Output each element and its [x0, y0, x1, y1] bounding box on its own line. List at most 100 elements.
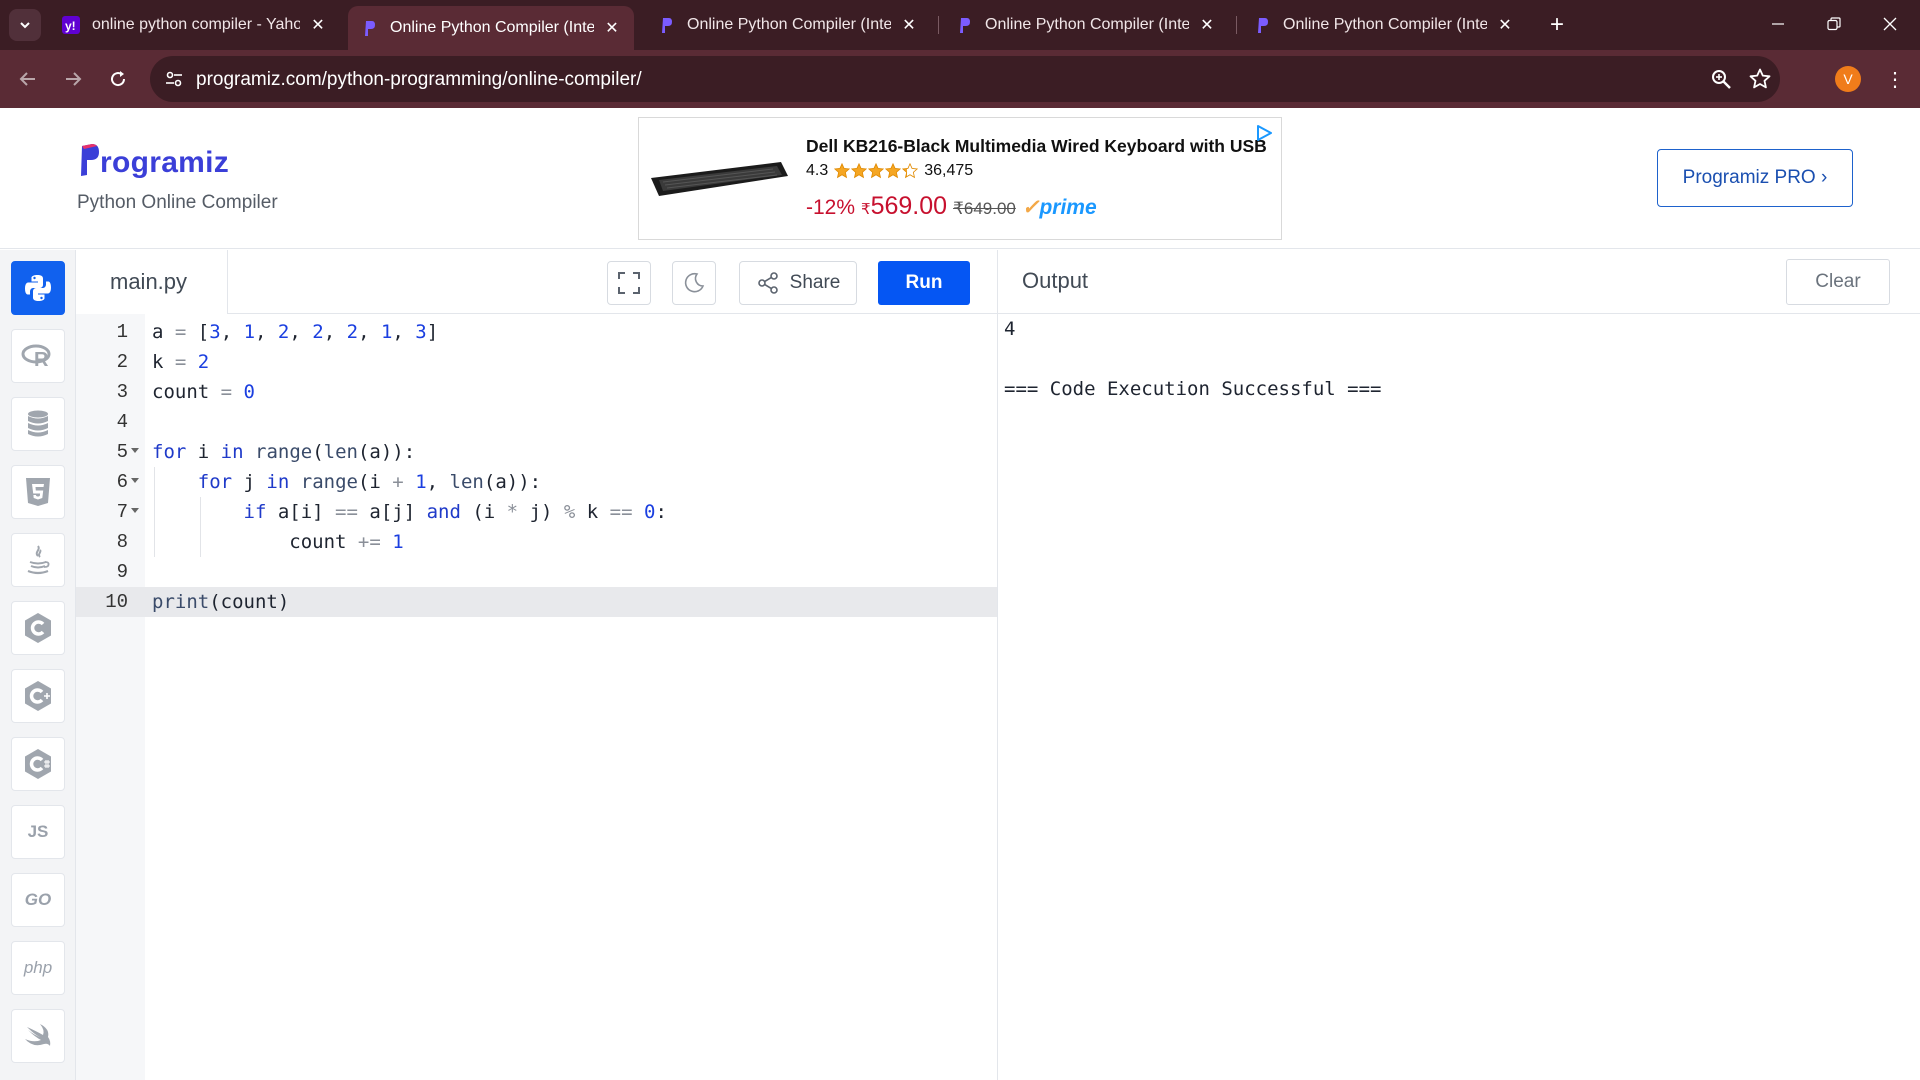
code-line[interactable]: 9	[76, 557, 998, 587]
lang-sql[interactable]	[11, 397, 65, 451]
output-title: Output	[1022, 268, 1089, 293]
indent-guide	[199, 497, 201, 557]
tab-separator	[938, 16, 939, 34]
lang-label: JS	[27, 822, 49, 841]
close-icon[interactable]: ✕	[1495, 15, 1515, 35]
restore-button[interactable]	[1806, 0, 1862, 48]
lang-swift[interactable]	[11, 1009, 65, 1063]
run-button[interactable]: Run	[878, 261, 970, 305]
r-icon: R	[21, 344, 51, 369]
tab-programiz-active[interactable]: Online Python Compiler (Interpreter) ✕	[348, 6, 634, 50]
lang-csharp[interactable]	[11, 737, 65, 791]
ad-rating: 4.3 36,475	[806, 162, 973, 180]
lang-cpp[interactable]	[11, 669, 65, 723]
lang-html[interactable]	[11, 465, 65, 519]
fullscreen-icon	[618, 272, 640, 294]
browser-menu-icon[interactable]: ⋮	[1880, 64, 1910, 94]
lang-javascript[interactable]: JS	[11, 805, 65, 859]
output-line: 4	[1004, 318, 1016, 340]
language-sidebar: R JS GO php	[0, 250, 76, 1080]
ad-currency: ₹	[861, 201, 871, 218]
share-button[interactable]: Share	[739, 261, 857, 305]
close-icon[interactable]: ✕	[1197, 15, 1217, 35]
programiz-logo[interactable]: rogramiz	[78, 141, 229, 181]
adchoices-icon[interactable]	[1255, 124, 1273, 142]
lang-c[interactable]	[11, 601, 65, 655]
programiz-icon	[657, 16, 675, 34]
file-tab-main-py[interactable]: main.py	[76, 250, 228, 315]
tab-programiz[interactable]: Online Python Compiler (Interpreter) ✕	[943, 6, 1229, 44]
tab-strip: y! online python compiler - Yahoo ✕ Onli…	[0, 0, 1920, 50]
lang-python[interactable]	[11, 261, 65, 315]
star-icon	[868, 163, 885, 179]
rating-stars	[834, 163, 919, 179]
clear-button[interactable]: Clear	[1786, 259, 1890, 305]
tab-title: Online Python Compiler (Interpreter)	[390, 19, 594, 36]
tab-programiz[interactable]: Online Python Compiler (Interpreter) ✕	[1241, 6, 1527, 44]
site-settings-icon[interactable]	[164, 69, 184, 89]
code-line[interactable]: 1 a = [3, 1, 2, 2, 2, 1, 3]	[76, 317, 998, 347]
output-panel: 4 === Code Execution Successful ===	[998, 314, 1920, 1080]
lang-r[interactable]: R	[11, 329, 65, 383]
code-text: if a[i] == a[j] and (i * j) % k == 0:	[243, 501, 667, 523]
close-window-button[interactable]	[1862, 0, 1918, 48]
prime-text: prime	[1039, 196, 1097, 219]
zoom-icon[interactable]	[1710, 68, 1732, 90]
address-bar[interactable]: programiz.com/python-programming/online-…	[150, 56, 1780, 102]
csharp-icon	[25, 749, 51, 779]
tab-title: Online Python Compiler (Interpreter)	[1283, 16, 1487, 33]
code-line[interactable]: 7 if a[i] == a[j] and (i * j) % k == 0:	[76, 497, 998, 527]
lang-label: GO	[24, 890, 52, 909]
line-number: 3	[116, 381, 128, 403]
ad-banner[interactable]: Dell KB216-Black Multimedia Wired Keyboa…	[638, 117, 1282, 240]
tab-title: Online Python Compiler (Interpreter)	[985, 16, 1189, 33]
profile-avatar[interactable]: V	[1835, 66, 1861, 92]
svg-text:R: R	[34, 349, 49, 369]
tab-yahoo[interactable]: y! online python compiler - Yahoo ✕	[50, 6, 340, 44]
code-line[interactable]: 4	[76, 407, 998, 437]
code-line[interactable]: 6 for j in range(i + 1, len(a)):	[76, 467, 998, 497]
new-tab-button[interactable]: +	[1542, 10, 1572, 40]
code-editor[interactable]: 1 a = [3, 1, 2, 2, 2, 1, 3] 2 k = 2 3 count =…	[76, 314, 998, 1080]
browser-window: y! online python compiler - Yahoo ✕ Onli…	[0, 0, 1920, 1080]
code-line[interactable]: 3 count = 0	[76, 377, 998, 407]
ad-old-price: ₹649.00	[953, 199, 1016, 218]
line-number: 6	[116, 471, 128, 493]
code-line[interactable]: 5 for i in range(len(a)):	[76, 437, 998, 467]
forward-button[interactable]	[57, 63, 89, 95]
tab-programiz[interactable]: Online Python Compiler (Interpreter) ✕	[645, 6, 931, 44]
reload-button[interactable]	[102, 63, 134, 95]
dark-mode-button[interactable]	[672, 261, 716, 305]
fold-arrow-icon[interactable]	[131, 508, 139, 513]
java-icon	[27, 545, 50, 575]
address-toolbar: programiz.com/python-programming/online-…	[0, 50, 1920, 108]
line-number: 2	[116, 351, 128, 373]
bookmark-star-icon[interactable]	[1748, 67, 1772, 91]
code-line[interactable]: 8 count += 1	[76, 527, 998, 557]
minimize-button[interactable]	[1750, 0, 1806, 48]
tab-search-button[interactable]	[9, 9, 41, 41]
back-button[interactable]	[12, 63, 44, 95]
code-line[interactable]: 2 k = 2	[76, 347, 998, 377]
url-text: programiz.com/python-programming/online-…	[196, 69, 642, 90]
ad-title: Dell KB216-Black Multimedia Wired Keyboa…	[806, 136, 1267, 156]
code-text: count += 1	[152, 531, 404, 553]
code-line[interactable]: 10 print(count)	[76, 587, 998, 617]
close-icon	[1883, 17, 1897, 31]
fold-arrow-icon[interactable]	[131, 448, 139, 453]
programiz-pro-button[interactable]: Programiz PRO ›	[1657, 149, 1853, 207]
fullscreen-button[interactable]	[607, 261, 651, 305]
lang-java[interactable]	[11, 533, 65, 587]
close-icon[interactable]: ✕	[899, 15, 919, 35]
fold-arrow-icon[interactable]	[131, 478, 139, 483]
line-number: 9	[116, 561, 128, 583]
lang-go[interactable]: GO	[11, 873, 65, 927]
close-icon[interactable]: ✕	[602, 18, 622, 38]
close-icon[interactable]: ✕	[308, 15, 328, 35]
line-number: 10	[105, 591, 128, 613]
arrow-left-icon	[19, 72, 35, 86]
star-icon	[902, 163, 919, 179]
lang-php[interactable]: php	[11, 941, 65, 995]
line-number: 4	[116, 411, 128, 433]
page-subtitle: Python Online Compiler	[77, 192, 278, 213]
